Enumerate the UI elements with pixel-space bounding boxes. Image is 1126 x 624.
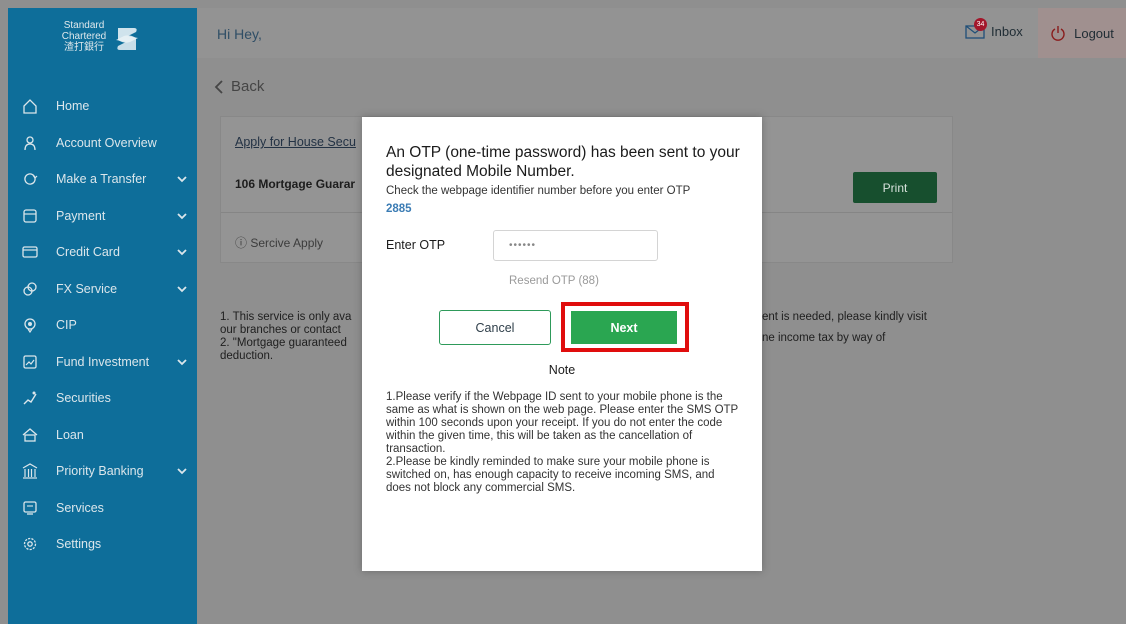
sidebar: Standard Chartered 渣打銀行 Home Account Ove… bbox=[8, 8, 197, 624]
power-icon bbox=[1051, 26, 1065, 41]
modal-subtitle: Check the webpage identifier number befo… bbox=[386, 185, 691, 197]
priority-banking-icon bbox=[22, 463, 38, 479]
sidebar-item-label: Make a Transfer bbox=[56, 172, 147, 187]
chevron-down-icon[interactable] bbox=[176, 283, 188, 295]
cip-icon bbox=[24, 318, 36, 333]
sidebar-item-label: Priority Banking bbox=[56, 464, 144, 479]
sidebar-item-home[interactable]: Home bbox=[8, 88, 197, 125]
logout-button[interactable]: Logout bbox=[1038, 8, 1126, 58]
sidebar-item-label: Securities bbox=[56, 391, 111, 406]
sidebar-item-label: Settings bbox=[56, 537, 102, 552]
chevron-down-icon[interactable] bbox=[176, 465, 188, 477]
logo-line-2: Chartered bbox=[61, 31, 107, 42]
chevron-down-icon[interactable] bbox=[176, 356, 188, 368]
loan-icon bbox=[22, 427, 38, 442]
card-title: 106 Mortgage Guarar bbox=[235, 177, 356, 191]
apply-link[interactable]: Apply for House Secu bbox=[235, 135, 356, 149]
sidebar-item-label: CIP bbox=[56, 318, 77, 333]
chevron-down-icon[interactable] bbox=[176, 173, 188, 185]
sidebar-item-services[interactable]: Services bbox=[8, 490, 197, 527]
otp-label: Enter OTP bbox=[386, 238, 446, 252]
otp-input[interactable] bbox=[493, 230, 658, 261]
chevron-down-icon[interactable] bbox=[176, 246, 188, 258]
print-button[interactable]: Print bbox=[853, 172, 937, 203]
sidebar-item-credit-card[interactable]: Credit Card bbox=[8, 234, 197, 271]
logo-line-3: 渣打銀行 bbox=[64, 42, 104, 53]
sidebar-item-securities[interactable]: Securities bbox=[8, 380, 197, 417]
sidebar-item-priority-banking[interactable]: Priority Banking bbox=[8, 453, 197, 490]
greeting-text: Hi Hey, bbox=[217, 26, 262, 42]
services-icon bbox=[23, 500, 37, 515]
payment-icon bbox=[23, 208, 37, 223]
home-icon bbox=[23, 99, 37, 114]
sidebar-item-fund-investment[interactable]: Fund Investment bbox=[8, 344, 197, 381]
securities-icon bbox=[23, 391, 37, 405]
resend-otp-link[interactable]: Resend OTP (88) bbox=[509, 275, 599, 287]
next-button[interactable]: Next bbox=[571, 311, 677, 344]
back-link[interactable]: Back bbox=[213, 78, 264, 95]
inbox-badge: 34 bbox=[974, 18, 987, 31]
bank-logo[interactable]: Standard Chartered 渣打銀行 bbox=[58, 18, 158, 68]
terms-right-line-1: ent is needed, please kindly visit bbox=[762, 311, 927, 323]
logo-line-1: Standard bbox=[63, 20, 105, 31]
otp-modal: An OTP (one-time password) has been sent… bbox=[362, 117, 762, 571]
back-label: Back bbox=[231, 78, 265, 95]
sidebar-item-label: FX Service bbox=[56, 281, 118, 296]
sidebar-item-loan[interactable]: Loan bbox=[8, 417, 197, 454]
chevron-down-icon[interactable] bbox=[176, 210, 188, 222]
terms-right-line-2: ne income tax by way of bbox=[762, 332, 886, 344]
modal-title: An OTP (one-time password) has been sent… bbox=[386, 144, 740, 180]
inbox-label: Inbox bbox=[991, 23, 1023, 39]
fund-icon bbox=[23, 354, 37, 369]
sidebar-item-settings[interactable]: Settings bbox=[8, 526, 197, 563]
sidebar-item-payment[interactable]: Payment bbox=[8, 198, 197, 235]
logo-mark-icon bbox=[116, 28, 138, 50]
user-icon bbox=[24, 135, 36, 150]
webpage-identifier: 2885 bbox=[386, 203, 412, 215]
sidebar-item-label: Credit Card bbox=[56, 245, 120, 260]
sidebar-item-label: Home bbox=[56, 99, 90, 114]
sidebar-item-label: Payment bbox=[56, 208, 106, 223]
note-paragraph-2: 2.Please be kindly reminded to make sure… bbox=[386, 456, 715, 494]
chevron-left-icon bbox=[214, 79, 223, 94]
sidebar-item-label: Loan bbox=[56, 427, 84, 442]
inbox-link[interactable]: 34 Inbox bbox=[965, 18, 1023, 42]
top-bar: Hi Hey, 34 Inbox Logout bbox=[197, 8, 1126, 58]
transfer-icon bbox=[24, 173, 38, 185]
credit-card-icon bbox=[22, 246, 38, 258]
sidebar-item-fx-service[interactable]: FX Service bbox=[8, 271, 197, 308]
sidebar-item-account-overview[interactable]: Account Overview bbox=[8, 125, 197, 162]
logout-label: Logout bbox=[1074, 25, 1114, 41]
cancel-button[interactable]: Cancel bbox=[439, 310, 551, 345]
service-apply-label: ⓘ Sercive Apply bbox=[235, 236, 324, 250]
note-heading: Note bbox=[548, 363, 576, 377]
note-paragraph-1: 1.Please verify if the Webpage ID sent t… bbox=[386, 391, 739, 455]
sidebar-item-label: Services bbox=[56, 500, 104, 515]
sidebar-item-label: Account Overview bbox=[56, 135, 157, 150]
settings-icon bbox=[23, 537, 37, 551]
note-body: 1.Please verify if the Webpage ID sent t… bbox=[386, 391, 742, 495]
fx-icon bbox=[23, 281, 37, 296]
sidebar-item-cip[interactable]: CIP bbox=[8, 307, 197, 344]
sidebar-nav: Home Account Overview Make a Transfer Pa… bbox=[8, 88, 197, 563]
logo-text: Standard Chartered 渣打銀行 bbox=[58, 20, 110, 53]
sidebar-item-label: Fund Investment bbox=[56, 354, 150, 369]
sidebar-item-make-a-transfer[interactable]: Make a Transfer bbox=[8, 161, 197, 198]
mail-icon: 34 bbox=[965, 18, 989, 42]
